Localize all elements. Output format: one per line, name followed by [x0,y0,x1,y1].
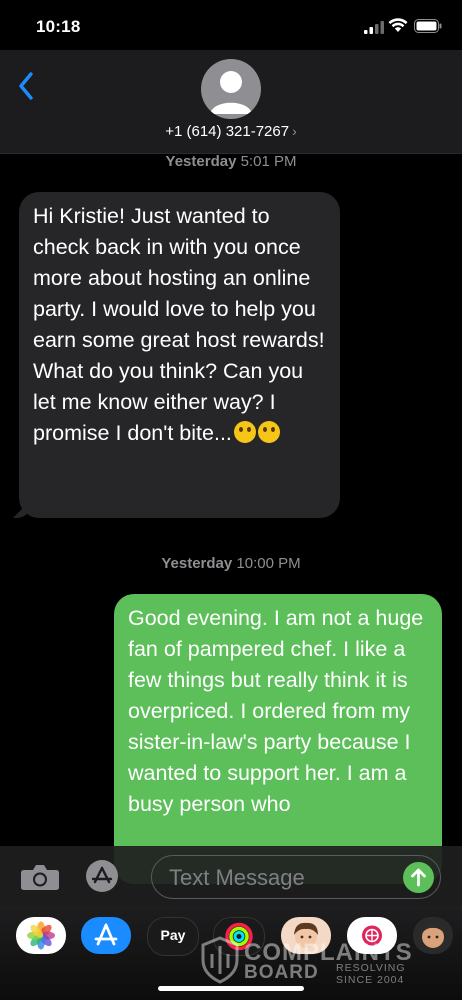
photos-icon [27,921,55,950]
conversation-header: +1 (614) 321-7267 › [0,50,462,154]
watermark-subtitle: RESOLVING SINCE 2004 [336,962,406,986]
camera-icon[interactable] [20,863,60,891]
photos-app-button[interactable] [16,917,66,954]
app-store-icon [94,923,118,946]
memoji-stickers-icon [421,922,445,948]
timestamp-day: Yesterday [161,555,233,572]
message-input[interactable]: Text Message [151,855,441,899]
outgoing-message-bubble[interactable]: Good evening. I am not a huge fan of pam… [114,594,442,884]
watermark-line2: BOARD [244,962,319,983]
apple-pay-label: Pay [160,927,186,943]
message-input-placeholder: Text Message [169,865,305,890]
home-indicator[interactable] [158,986,304,991]
contact-number[interactable]: +1 (614) 321-7267 [165,123,289,140]
message-text: Good evening. I am not a huge fan of pam… [128,606,424,816]
timestamp: Yesterday 10:00 PM [0,555,462,572]
incoming-message-bubble[interactable]: Hi Kristie! Just wanted to check back in… [19,192,340,518]
memoji-stickers-button[interactable] [413,917,453,954]
arrow-up-icon [411,868,426,887]
person-icon [210,71,252,114]
battery-icon [414,19,442,33]
cellular-signal-icon [364,21,384,34]
wifi-icon [388,18,408,32]
watermark-sub2: SINCE 2004 [336,974,405,986]
timestamp-day: Yesterday [165,153,237,170]
chevron-left-icon[interactable] [18,72,34,100]
complaints-board-logo-icon [201,936,239,984]
apps-button[interactable] [86,860,118,892]
timestamp: Yesterday 5:01 PM [0,153,462,170]
smiling-face-emoji [233,421,256,443]
app-store-icon [91,866,113,884]
status-time: 10:18 [36,17,81,36]
message-text: Hi Kristie! Just wanted to check back in… [33,204,325,445]
send-button[interactable] [403,862,434,893]
watermark-sub1: RESOLVING [336,962,406,974]
timestamp-time: 10:00 PM [236,555,301,572]
contact-avatar[interactable] [201,59,261,119]
contact-name[interactable]: +1 (614) 321-7267 › [0,123,462,140]
contact-chevron: › [292,123,297,139]
tears-of-joy-emoji [257,421,280,443]
app-store-button[interactable] [81,917,131,954]
status-bar: 10:18 [0,0,462,50]
apple-pay-button[interactable]: Pay [147,917,199,956]
timestamp-time: 5:01 PM [240,153,297,170]
